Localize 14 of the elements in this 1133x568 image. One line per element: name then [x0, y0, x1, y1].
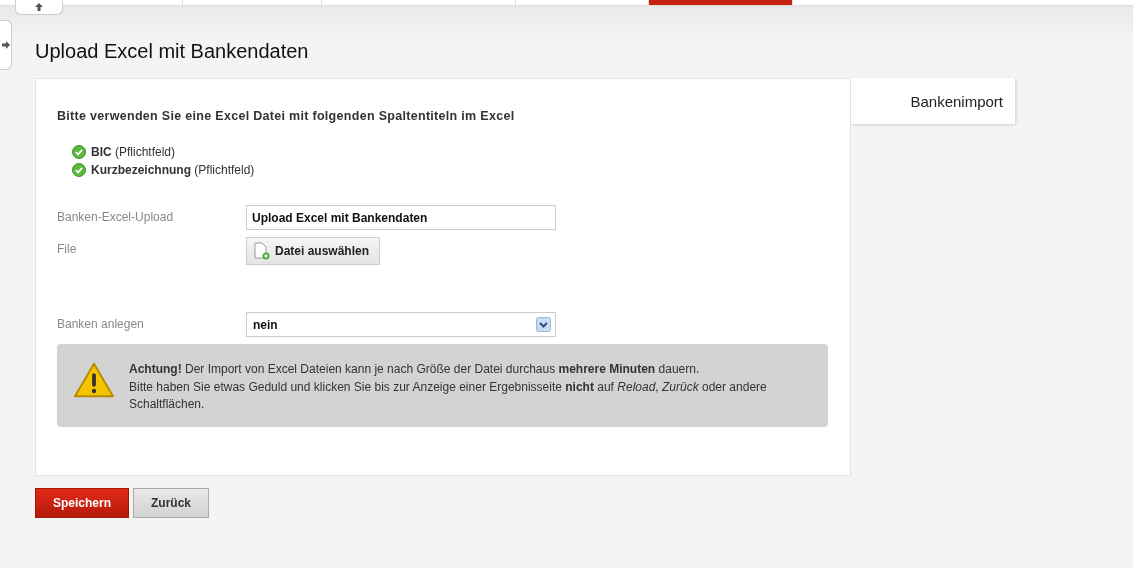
- back-button[interactable]: Zurück: [133, 488, 210, 518]
- warning-text: Achtung! Der Import von Excel Dateien kann je nach Größe der Datei durchaus mehrere Minuten dauern.: [129, 361, 701, 378]
- field-label: Banken anlegen: [57, 316, 145, 331]
- text-field[interactable]: Upload Excel mit Bankendaten: [246, 205, 556, 230]
- choose-file-button[interactable]: Datei auswählen: [246, 237, 381, 265]
- column-requirement: BIC (Pflichtfeld): [91, 145, 176, 159]
- page-title: Upload Excel mit Bankendaten: [35, 39, 309, 63]
- field-label: File: [57, 241, 78, 256]
- field-label: Banken-Excel-Upload: [57, 209, 175, 224]
- intro-text: Bitte verwenden Sie eine Excel Datei mit folgenden Spaltentiteln im Excel: [57, 109, 516, 123]
- warning-text: Bitte haben Sie etwas Geduld und klicken Sie bis zur Anzeige einer Ergebnisseite nicht auf Reload, Zurück oder andere Schaltflächen.: [129, 378, 768, 413]
- dropdown-field[interactable]: nein: [246, 312, 556, 337]
- save-button[interactable]: Speichern: [35, 488, 130, 518]
- column-requirement: Kurzbezeichnung (Pflichtfeld): [91, 163, 255, 177]
